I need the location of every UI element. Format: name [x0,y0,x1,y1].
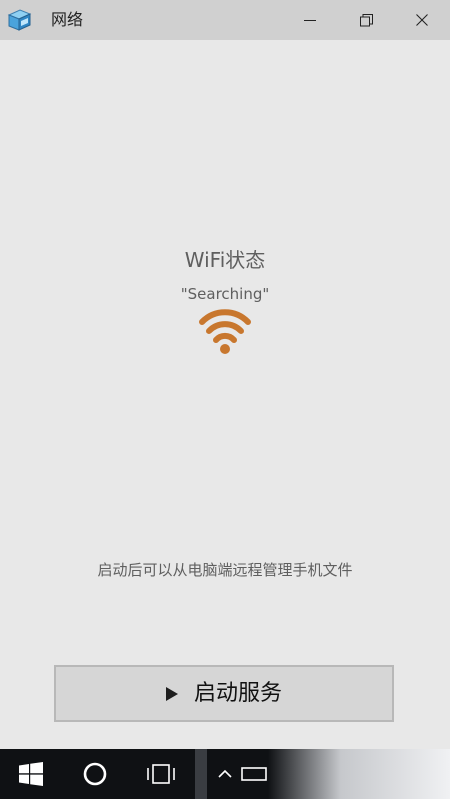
minimize-button[interactable] [282,0,338,40]
minimize-icon [304,20,316,21]
windows-start-button[interactable] [8,749,54,799]
cortana-search-icon [83,762,107,786]
restore-button[interactable] [338,0,394,40]
tablet-mode-icon [241,767,267,781]
restore-icon [359,13,373,26]
close-icon [416,14,428,26]
wifi-status-title: WiFi状态 [184,248,266,272]
task-view-icon [147,764,175,784]
show-hidden-icons-button[interactable] [212,749,238,799]
taskbar-app-divider [195,749,207,799]
windows-start-icon [19,762,43,786]
wifi-status-value: "Searching" [180,285,270,303]
wifi-icon [199,309,251,354]
network-computer-icon [7,9,32,31]
task-view-button[interactable] [138,749,184,799]
chevron-up-icon [218,769,232,778]
window-title: 网络 [51,10,84,29]
start-service-button[interactable]: 启动服务 [54,665,394,722]
play-icon [165,686,178,701]
taskbar [0,749,450,799]
tablet-mode-button[interactable] [238,749,270,799]
taskbar-watermark-fade [268,749,450,799]
title-bar: 网络 [0,0,450,40]
start-service-label: 启动服务 [193,680,282,706]
hint-text: 启动后可以从电脑端远程管理手机文件 [97,561,353,579]
cortana-search-button[interactable] [72,749,118,799]
close-button[interactable] [394,0,450,40]
